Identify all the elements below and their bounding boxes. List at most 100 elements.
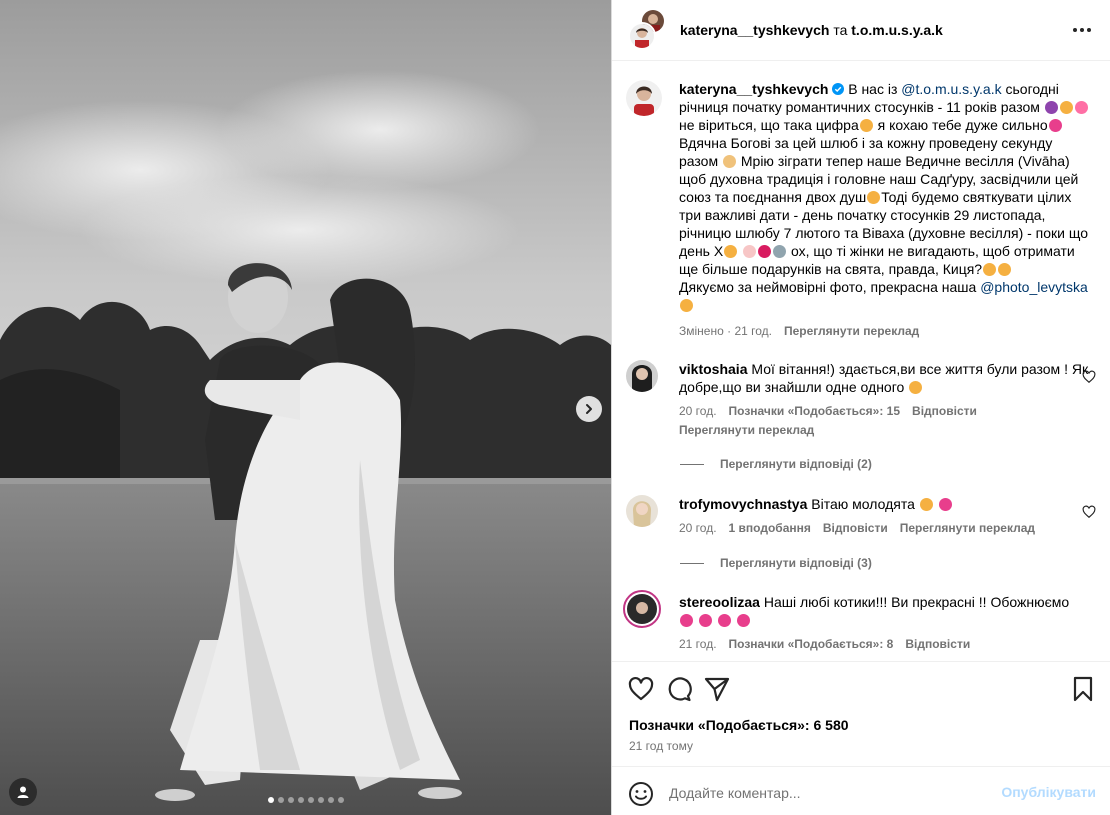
dancer-emoji-icon — [773, 245, 787, 258]
caption-segment: В нас із — [848, 81, 902, 97]
share-icon[interactable] — [704, 676, 730, 702]
edited-label: Змінено — [679, 324, 724, 338]
replies-line — [680, 463, 704, 465]
comment-meta: 21 год. Позначки «Подобається»: 8 Відпов… — [679, 636, 1089, 652]
carousel-dot — [277, 797, 284, 803]
translate-link[interactable]: Переглянути переклад — [679, 421, 1089, 439]
caption-mention[interactable]: @t.o.m.u.s.y.a.k — [901, 81, 1001, 97]
caption-time[interactable]: 21 год. — [734, 324, 772, 338]
comment-time[interactable]: 20 год. — [679, 403, 717, 419]
comment-username[interactable]: viktoshaia — [679, 361, 747, 377]
carousel-dot — [337, 797, 344, 803]
face-emoji-icon — [867, 191, 881, 204]
reply-button[interactable]: Відповісти — [912, 403, 977, 419]
dancer-emoji-icon — [758, 245, 772, 258]
view-replies-button[interactable]: Переглянути відповіді (3) — [680, 556, 872, 570]
translate-link[interactable]: Переглянути переклад — [900, 520, 1035, 536]
face-emoji-icon — [724, 245, 738, 258]
avatar[interactable] — [626, 360, 658, 392]
comment-meta: 20 год. 1 вподобання Відповісти Переглян… — [679, 520, 1089, 536]
replies-line — [680, 562, 704, 564]
carousel-dot — [287, 797, 294, 803]
avatar[interactable] — [623, 590, 661, 628]
caption-segment: ох, що ті жінки не вигадають, щоб отрима… — [679, 243, 1075, 277]
comment-time[interactable]: 20 год. — [679, 520, 717, 536]
heart-icon[interactable] — [1082, 370, 1096, 384]
caption-mention[interactable]: @photo_levytska — [980, 279, 1088, 295]
heart-emoji-icon — [717, 614, 731, 627]
comment-likes[interactable]: Позначки «Подобається»: 8 — [729, 636, 894, 652]
avatar[interactable] — [626, 80, 662, 116]
post-header: kateryna__tyshkevych та t.o.m.u.s.y.a.k — [612, 0, 1110, 61]
kiss-emoji-icon — [680, 299, 693, 312]
avatar[interactable] — [626, 495, 658, 527]
comment-text: trofymovychnastya Вітаю молодята — [679, 495, 1089, 513]
comment-likes[interactable]: 1 вподобання — [729, 520, 811, 536]
collab-avatars[interactable] — [626, 8, 670, 52]
post-authors: kateryna__tyshkevych та t.o.m.u.s.y.a.k — [680, 22, 943, 38]
more-icon — [1073, 28, 1091, 32]
carousel-dot — [317, 797, 324, 803]
face-emoji-icon — [1059, 101, 1073, 114]
bookmark-icon[interactable] — [1070, 676, 1096, 702]
caption-segment: не віриться, що така цифра — [679, 117, 859, 133]
view-replies-label: Переглянути відповіді (2) — [720, 457, 872, 471]
caption-username[interactable]: kateryna__tyshkevych — [679, 81, 828, 97]
carousel-dot — [307, 797, 314, 803]
kiss-emoji-icon — [998, 263, 1012, 276]
collaborator-username[interactable]: t.o.m.u.s.y.a.k — [851, 22, 943, 38]
action-bar — [628, 676, 1094, 702]
carousel-indicator — [0, 797, 611, 803]
post-photo — [0, 0, 611, 815]
heart-emoji-icon — [680, 614, 693, 627]
translate-link[interactable]: Переглянути переклад — [784, 323, 919, 339]
post-media[interactable] — [0, 0, 611, 815]
hearts-emoji-icon — [1074, 101, 1088, 114]
heart-emoji-icon — [698, 614, 712, 627]
comment-text: viktoshaia Мої вітання!) здається,ви все… — [679, 360, 1089, 396]
comment-likes[interactable]: Позначки «Подобається»: 15 — [729, 403, 900, 419]
heart-emoji-icon — [736, 614, 750, 627]
comment-body: Наші любі котики!!! Ви прекрасні !! Обож… — [763, 594, 1070, 610]
grapes-emoji-icon — [1044, 101, 1058, 114]
comments-list[interactable]: kateryna__tyshkevych В нас із @t.o.m.u.s… — [612, 62, 1110, 660]
avatar[interactable] — [628, 22, 656, 50]
comment-username[interactable]: stereoolizaa — [679, 594, 760, 610]
caption-text: kateryna__tyshkevych В нас із @t.o.m.u.s… — [679, 80, 1089, 314]
comment-icon[interactable] — [666, 676, 692, 702]
add-comment-bar: Опублікувати — [612, 766, 1110, 815]
carousel-dot — [297, 797, 304, 803]
heart-icon[interactable] — [1082, 505, 1096, 519]
caption-meta: Змінено · 21 год. Переглянути переклад — [679, 323, 920, 339]
view-replies-button[interactable]: Переглянути відповіді (2) — [680, 457, 872, 471]
heart-icon[interactable] — [628, 676, 654, 702]
emoji-icon[interactable] — [628, 781, 654, 807]
comment-username[interactable]: trofymovychnastya — [679, 496, 807, 512]
heart-emoji-icon — [1048, 119, 1062, 132]
next-slide-button[interactable] — [576, 396, 602, 422]
authors-joiner: та — [833, 22, 848, 38]
heart-eyes-emoji-icon — [919, 498, 933, 511]
verified-icon — [832, 83, 845, 95]
carousel-dot — [327, 797, 334, 803]
view-replies-label: Переглянути відповіді (3) — [720, 556, 872, 570]
chevron-right-icon — [586, 404, 592, 414]
more-options-button[interactable] — [1070, 18, 1094, 42]
comment-time[interactable]: 21 год. — [679, 636, 717, 652]
post-comment-button[interactable]: Опублікувати — [1001, 784, 1096, 800]
comment-body: Вітаю молодята — [811, 496, 915, 512]
author-username[interactable]: kateryna__tyshkevych — [680, 22, 829, 38]
hands-emoji-icon — [743, 245, 757, 258]
reply-button[interactable]: Відповісти — [905, 636, 970, 652]
likes-count[interactable]: Позначки «Подобається»: 6 580 — [629, 717, 849, 733]
reply-button[interactable]: Відповісти — [823, 520, 888, 536]
caption-segment: я кохаю тебе дуже сильно — [873, 117, 1048, 133]
post-time[interactable]: 21 год тому — [629, 739, 693, 753]
comment-input[interactable] — [669, 779, 1029, 807]
heart-emoji-icon — [938, 498, 952, 511]
pray-emoji-icon — [722, 155, 736, 168]
comment-meta: 20 год. Позначки «Подобається»: 15 Відпо… — [679, 403, 1089, 419]
kiss-emoji-icon — [909, 381, 923, 394]
face-emoji-icon — [859, 119, 873, 132]
carousel-dot — [267, 797, 274, 803]
